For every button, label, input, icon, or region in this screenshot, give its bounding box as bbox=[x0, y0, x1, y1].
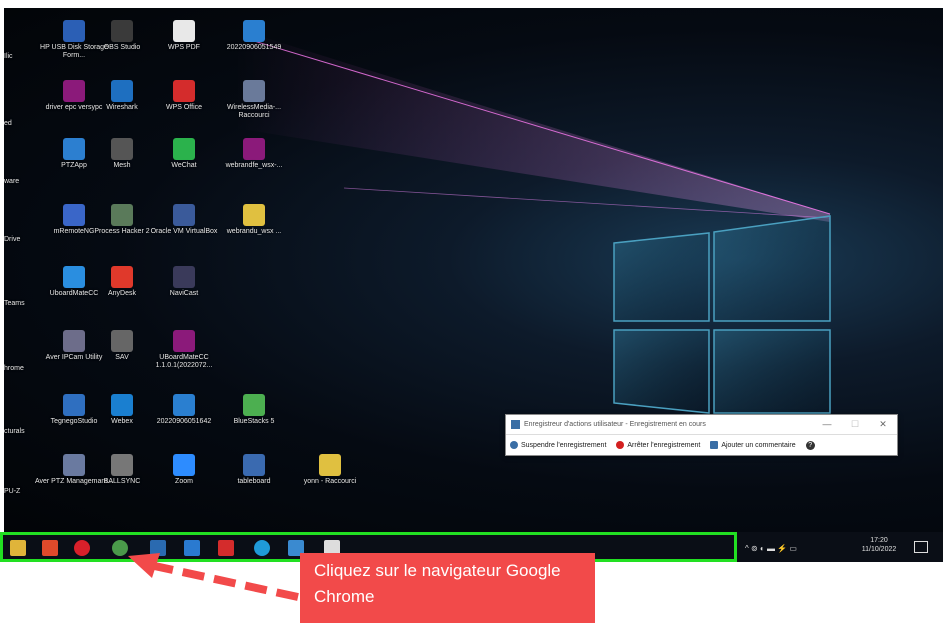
instruction-callout: Cliquez sur le navigateur Google Chrome bbox=[300, 553, 595, 623]
callout-text: Cliquez sur le navigateur Google Chrome bbox=[314, 561, 561, 606]
callout-arrow bbox=[128, 553, 299, 601]
